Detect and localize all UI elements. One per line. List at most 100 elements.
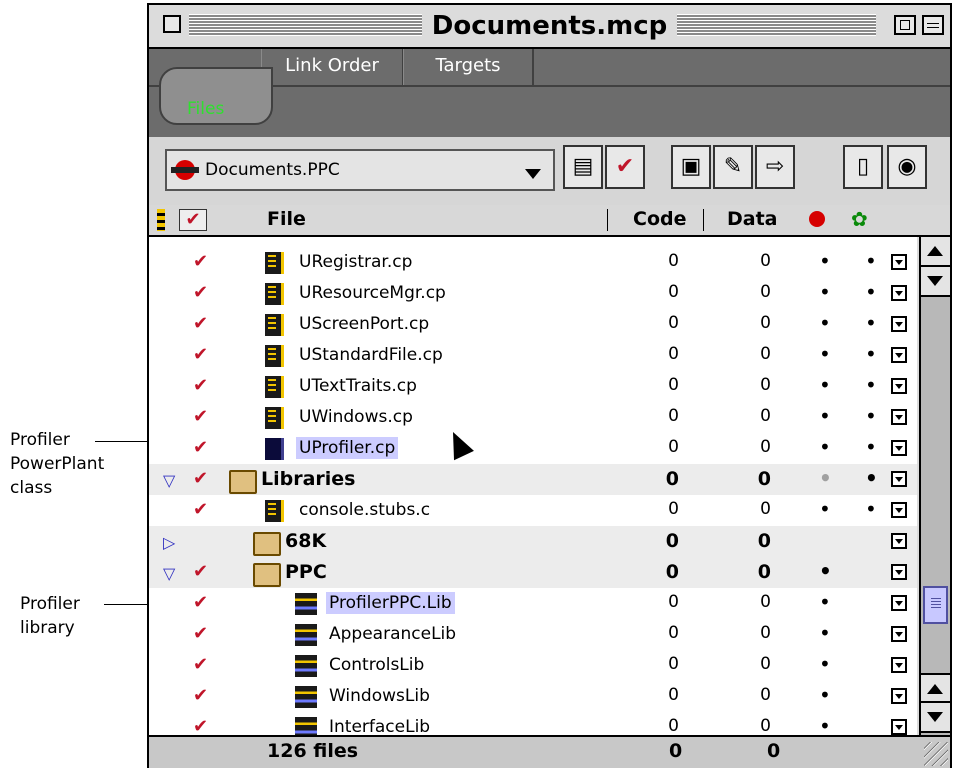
file-menu-icon[interactable] [891,378,907,394]
target-dot[interactable]: • [819,497,831,521]
target-dot[interactable]: • [819,621,831,645]
table-row[interactable]: ✔ WindowsLib 0 0 • [149,681,917,712]
target-dot[interactable]: • [819,311,831,335]
debug-dot[interactable]: • [865,497,877,521]
debug-dot[interactable]: • [865,311,877,335]
project-inspector-button[interactable]: ▯ [843,145,883,189]
file-column-header[interactable]: File [267,205,306,233]
tab-link-order[interactable]: Link Order [261,49,404,85]
table-row[interactable]: ✔ console.stubs.c 0 0 • • [149,495,917,526]
debug-dot[interactable]: • [865,342,877,366]
check-syntax-button[interactable]: ✔ [605,145,645,189]
group-row[interactable]: ▽ ✔ PPC 0 0 • [149,557,917,588]
file-name[interactable]: UScreenPort.cp [299,313,429,335]
table-row[interactable]: ✔ UWindows.cp 0 0 • • [149,402,917,433]
data-column-header[interactable]: Data [727,205,778,233]
file-menu-icon[interactable] [891,719,907,735]
touch-column-icon[interactable] [157,209,165,231]
target-dot[interactable]: • [819,652,831,676]
debug-dot[interactable]: • [865,280,877,304]
file-name[interactable]: InterfaceLib [329,716,430,735]
target-dot[interactable]: • [819,466,832,490]
zoom-box[interactable] [894,15,916,35]
table-row[interactable]: ✔ AppearanceLib 0 0 • [149,619,917,650]
target-dot[interactable]: • [819,435,831,459]
file-menu-icon[interactable] [891,626,907,642]
check-icon[interactable]: ✔ [193,685,208,706]
group-row[interactable]: ▽ ✔ Libraries 0 0 • • [149,464,917,495]
compile-button[interactable]: ▣ [671,145,711,189]
scroll-down-icon[interactable] [921,703,950,733]
file-menu-icon[interactable] [891,564,907,580]
table-row[interactable]: ✔ URegistrar.cp 0 0 • • [149,247,917,278]
file-menu-icon[interactable] [891,409,907,425]
file-menu-icon[interactable] [891,347,907,363]
file-name[interactable]: UWindows.cp [299,406,413,428]
make-button[interactable]: ▤ [563,145,603,189]
target-dot[interactable]: • [819,714,831,735]
target-dot[interactable]: • [819,683,831,707]
collapse-box[interactable] [922,15,944,35]
file-name[interactable]: ProfilerPPC.Lib [326,592,455,614]
scroll-down-icon[interactable] [921,267,950,297]
tab-files[interactable]: Files [159,67,273,125]
table-row[interactable]: ✔ ProfilerPPC.Lib 0 0 • [149,588,917,619]
file-name[interactable]: URegistrar.cp [299,251,412,273]
title-bar[interactable]: Documents.mcp [149,5,950,49]
target-dot[interactable]: • [819,590,831,614]
debug-button[interactable]: ◉ [887,145,927,189]
table-row[interactable]: ✔ InterfaceLib 0 0 • [149,712,917,735]
check-icon[interactable]: ✔ [193,251,208,272]
target-dot[interactable]: • [819,280,831,304]
file-menu-icon[interactable] [891,688,907,704]
file-menu-icon[interactable] [891,502,907,518]
check-icon[interactable]: ✔ [193,561,208,582]
check-column-icon[interactable]: ✔ [179,209,207,231]
check-icon[interactable]: ✔ [193,592,208,613]
scroll-up-icon[interactable] [921,237,950,267]
table-row[interactable]: ✔ UResourceMgr.cp 0 0 • • [149,278,917,309]
file-menu-icon[interactable] [891,316,907,332]
scroll-up-icon[interactable] [921,673,950,703]
check-icon[interactable]: ✔ [193,623,208,644]
check-icon[interactable]: ✔ [193,375,208,396]
target-dot[interactable]: • [819,249,831,273]
target-column-icon[interactable] [809,211,825,227]
run-button[interactable]: ⇨ [755,145,795,189]
file-menu-icon[interactable] [891,285,907,301]
file-name[interactable]: console.stubs.c [299,499,430,521]
file-menu-icon[interactable] [891,533,907,549]
file-menu-icon[interactable] [891,471,907,487]
file-name[interactable]: AppearanceLib [329,623,456,645]
table-row[interactable]: ✔ UProfiler.cp 0 0 • • [149,433,917,464]
file-name[interactable]: UStandardFile.cp [299,344,443,366]
check-icon[interactable]: ✔ [193,437,208,458]
file-name[interactable]: ControlsLib [329,654,424,676]
table-row[interactable]: ✔ UScreenPort.cp 0 0 • • [149,309,917,340]
table-row[interactable]: ✔ UTextTraits.cp 0 0 • • [149,371,917,402]
group-row[interactable]: ▷ 68K 0 0 [149,526,917,557]
debug-dot[interactable]: • [865,404,877,428]
check-icon[interactable]: ✔ [193,313,208,334]
bring-up-to-date-button[interactable]: ✎ [713,145,753,189]
debug-dot[interactable]: • [865,466,878,490]
vertical-scrollbar[interactable] [919,237,950,735]
file-menu-icon[interactable] [891,657,907,673]
target-dot[interactable]: • [819,559,832,583]
check-icon[interactable]: ✔ [193,716,208,735]
file-name[interactable]: UTextTraits.cp [299,375,417,397]
tab-targets[interactable]: Targets [403,49,534,85]
disclosure-expanded-icon[interactable]: ▽ [163,471,175,490]
target-dot[interactable]: • [819,373,831,397]
check-icon[interactable]: ✔ [193,499,208,520]
disclosure-collapsed-icon[interactable]: ▷ [163,533,175,552]
table-row[interactable]: ✔ ControlsLib 0 0 • [149,650,917,681]
file-name[interactable]: UProfiler.cp [296,437,399,459]
file-name[interactable]: UResourceMgr.cp [299,282,446,304]
scroll-thumb[interactable] [923,586,948,624]
check-icon[interactable]: ✔ [193,406,208,427]
target-popup[interactable]: Documents.PPC [165,149,555,191]
resize-grip-icon[interactable] [924,742,948,766]
check-icon[interactable]: ✔ [193,468,208,489]
file-menu-icon[interactable] [891,254,907,270]
